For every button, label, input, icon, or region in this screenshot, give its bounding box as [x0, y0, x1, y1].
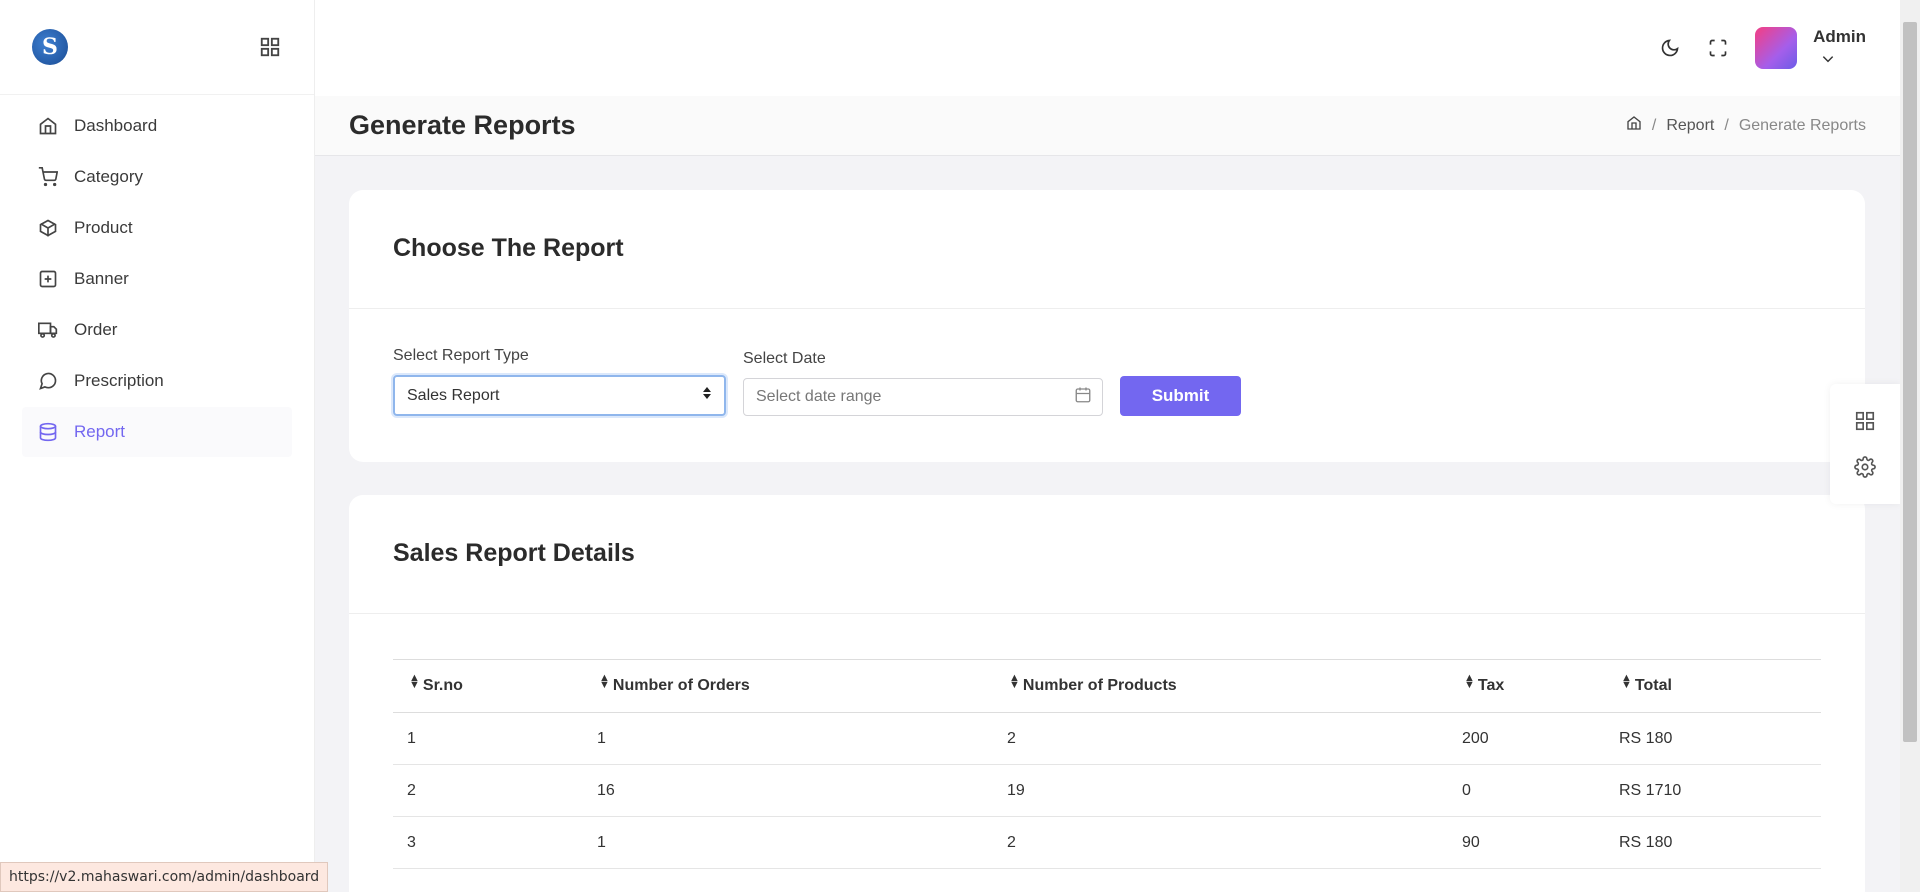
date-placeholder: Select date range: [756, 388, 882, 405]
grid-menu-icon[interactable]: [258, 35, 282, 59]
calendar-icon: [1074, 386, 1092, 409]
column-header-orders[interactable]: ▲ ▼ Number of Orders: [583, 659, 993, 713]
column-header-srno[interactable]: ▲ ▼ Sr.no: [393, 659, 583, 713]
layout-grid-icon[interactable]: [1852, 408, 1878, 434]
column-header-products[interactable]: ▲ ▼ Number of Products: [993, 659, 1448, 713]
table-row: 3 1 2 90 RS 180: [393, 816, 1821, 869]
date-range-input[interactable]: Select date range: [743, 378, 1103, 416]
sidebar-item-order[interactable]: Order: [22, 305, 292, 355]
sidebar-item-dashboard[interactable]: Dashboard: [22, 101, 292, 151]
cell-total: RS 180: [1605, 712, 1821, 765]
select-arrows-icon: [702, 386, 712, 405]
card-title: Sales Report Details: [349, 495, 1865, 614]
cell-total: RS 180: [1605, 816, 1821, 869]
cell-orders: 1: [583, 712, 993, 765]
report-type-select[interactable]: Sales Report: [393, 375, 726, 416]
sales-report-card: Sales Report Details ▲ ▼ Sr.no ▲ ▼ Number of…: [349, 495, 1865, 892]
sort-icon: ▲ ▼: [1009, 671, 1020, 691]
fullscreen-icon[interactable]: [1705, 35, 1731, 61]
sort-icon: ▲ ▼: [599, 671, 610, 691]
page-title: Generate Reports: [349, 110, 576, 140]
page-scrollbar[interactable]: [1900, 0, 1920, 892]
sidebar-item-product[interactable]: Product: [22, 203, 292, 253]
moon-icon[interactable]: [1657, 35, 1683, 61]
sort-icon: ▲ ▼: [1621, 671, 1632, 691]
sidebar-item-report[interactable]: Report: [22, 407, 292, 457]
sidebar-item-label: Order: [74, 320, 118, 339]
cell-srno: 3: [393, 816, 583, 869]
sidebar-item-label: Prescription: [74, 371, 164, 390]
breadcrumb-separator: /: [1724, 116, 1729, 134]
column-header-total[interactable]: ▲ ▼ Total: [1605, 659, 1821, 713]
cell-tax: 200: [1448, 712, 1605, 765]
breadcrumb: / Report / Generate Reports: [1626, 115, 1866, 136]
sidebar-header: S: [0, 0, 314, 95]
breadcrumb-separator: /: [1651, 116, 1657, 134]
choose-report-card: Choose The Report Select Report Type Sal…: [349, 190, 1865, 462]
sidebar-nav: Dashboard Category Product Banner Order …: [0, 95, 314, 464]
cell-products: 19: [993, 764, 1448, 817]
report-type-label: Select Report Type: [393, 347, 529, 364]
report-type-field: Select Report Type Sales Report: [393, 347, 726, 416]
sort-icon: ▲ ▼: [1464, 671, 1475, 691]
sidebar-item-label: Report: [74, 422, 126, 441]
column-header-tax[interactable]: ▲ ▼ Tax: [1448, 659, 1605, 713]
sidebar: S Dashboard Category Product Banner Orde…: [0, 0, 315, 892]
sales-report-table: ▲ ▼ Sr.no ▲ ▼ Number of Orders ▲ ▼ Number of P…: [393, 659, 1821, 869]
home-icon: [38, 116, 58, 136]
truck-icon: [38, 320, 58, 340]
report-type-value: Sales Report: [407, 386, 500, 404]
status-bar-url: https://v2.mahaswari.com/admin/dashboard: [0, 862, 329, 892]
cell-orders: 1: [583, 816, 993, 869]
cell-tax: 90: [1448, 816, 1605, 869]
sidebar-item-label: Category: [74, 167, 143, 186]
sidebar-item-banner[interactable]: Banner: [22, 254, 292, 304]
date-label: Select Date: [743, 350, 826, 367]
cell-tax: 0: [1448, 764, 1605, 817]
scrollbar-thumb[interactable]: [1903, 22, 1917, 742]
sidebar-item-label: Dashboard: [74, 116, 158, 135]
cell-orders: 16: [583, 764, 993, 817]
settings-gear-icon[interactable]: [1852, 454, 1878, 480]
report-form: Select Report Type Sales Report Select D…: [349, 309, 1865, 416]
avatar[interactable]: [1755, 27, 1798, 69]
top-header: Admin: [315, 0, 1900, 96]
table-header-row: ▲ ▼ Sr.no ▲ ▼ Number of Orders ▲ ▼ Number of P…: [393, 659, 1821, 713]
box-icon: [38, 218, 58, 238]
customizer-panel: [1830, 384, 1900, 504]
page-title-bar: Generate Reports / Report / Generate Rep…: [315, 96, 1900, 156]
cell-products: 2: [993, 816, 1448, 869]
submit-button[interactable]: Submit: [1120, 376, 1241, 416]
cell-srno: 2: [393, 764, 583, 817]
user-name: Admin: [1813, 27, 1866, 46]
chevron-down-icon: [1821, 51, 1835, 69]
date-field: Select Date Select date range: [743, 350, 1103, 416]
breadcrumb-current: Generate Reports: [1738, 116, 1866, 134]
plus-square-icon: [38, 269, 58, 289]
sidebar-item-category[interactable]: Category: [22, 152, 292, 202]
cell-products: 2: [993, 712, 1448, 765]
message-circle-icon: [38, 371, 58, 391]
sidebar-item-label: Product: [74, 218, 133, 237]
cell-total: RS 1710: [1605, 764, 1821, 817]
sidebar-item-label: Banner: [74, 269, 129, 288]
sidebar-item-prescription[interactable]: Prescription: [22, 356, 292, 406]
user-menu[interactable]: Admin: [1813, 27, 1866, 69]
cart-icon: [38, 167, 58, 187]
table-row: 2 16 19 0 RS 1710: [393, 764, 1821, 817]
table-row: 1 1 2 200 RS 180: [393, 712, 1821, 765]
sort-icon: ▲ ▼: [409, 671, 420, 691]
card-title: Choose The Report: [349, 190, 1865, 309]
cell-srno: 1: [393, 712, 583, 765]
breadcrumb-report[interactable]: Report: [1666, 117, 1714, 135]
home-icon[interactable]: [1626, 115, 1642, 136]
database-icon: [38, 422, 58, 442]
logo[interactable]: S: [32, 29, 68, 65]
